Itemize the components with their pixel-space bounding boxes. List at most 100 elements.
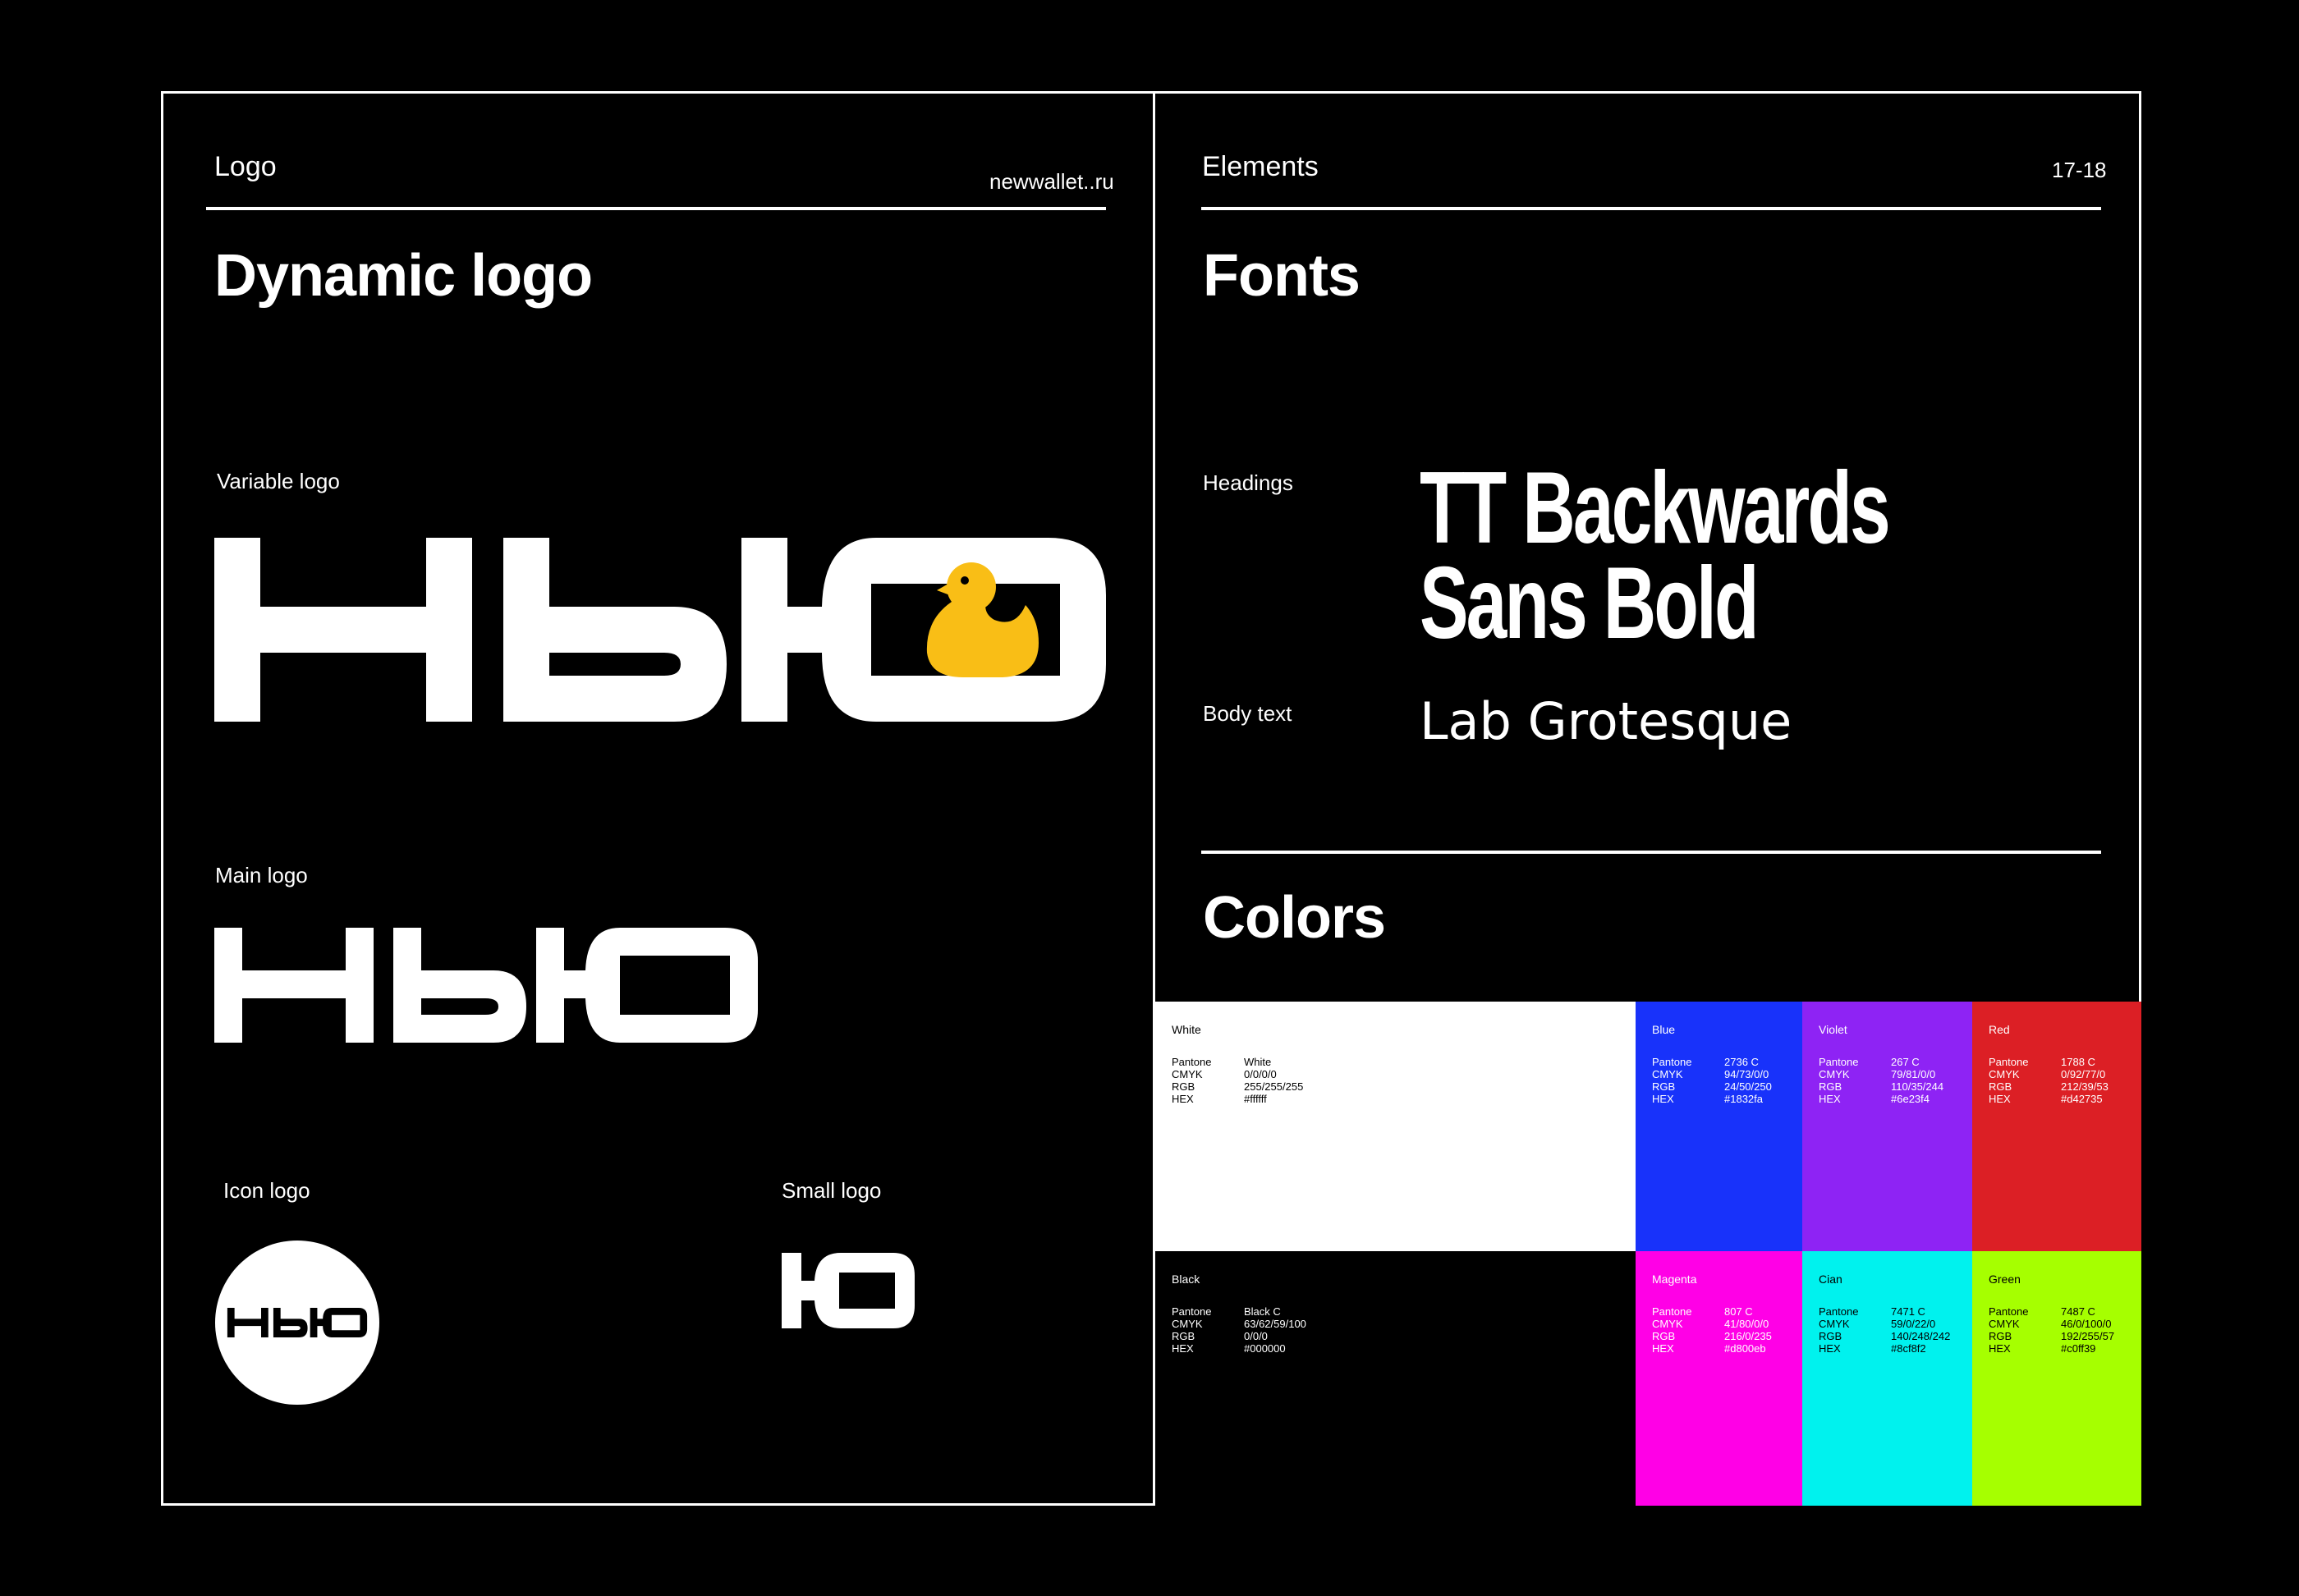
right-section-label: Elements	[1202, 151, 1319, 182]
left-section-label: Logo	[214, 151, 277, 182]
swatch-value: 41/80/0/0	[1724, 1318, 1769, 1330]
colors-rule	[1201, 851, 2101, 854]
swatch-name: Cian	[1819, 1273, 1842, 1286]
swatch-value: 7471 C	[1891, 1305, 1925, 1318]
swatch-key: HEX	[1652, 1342, 1674, 1355]
swatch-key: CMYK	[1172, 1068, 1203, 1080]
swatch-value-row: RGB 110/35/244	[1819, 1080, 1943, 1093]
small-logo	[782, 1253, 915, 1328]
main-logo	[214, 928, 758, 1043]
swatch-value-row: CMYK 94/73/0/0	[1652, 1068, 1772, 1080]
swatch-value: 24/50/250	[1724, 1080, 1772, 1093]
swatch-value-row: RGB 0/0/0	[1172, 1330, 1306, 1342]
swatch-value-row: HEX #000000	[1172, 1342, 1306, 1355]
swatch-value: 110/35/244	[1891, 1080, 1944, 1093]
swatch-value-row: CMYK 41/80/0/0	[1652, 1318, 1772, 1330]
swatch-key: CMYK	[1989, 1068, 2020, 1080]
swatch-value: White	[1244, 1056, 1272, 1068]
swatch-key: HEX	[1989, 1093, 2011, 1105]
swatch-key: RGB	[1819, 1080, 1842, 1093]
brandbook-spread: Logo newwallet..ru Dynamic logo Variable…	[161, 91, 2141, 1506]
swatch-key: Pantone	[1989, 1056, 2029, 1068]
swatch-key: Pantone	[1172, 1056, 1212, 1068]
swatch-value-row: Pantone 2736 C	[1652, 1056, 1772, 1068]
swatch-value: 255/255/255	[1244, 1080, 1304, 1093]
variable-logo-label: Variable logo	[217, 469, 340, 493]
swatch-value-row: RGB 140/248/242	[1819, 1330, 1950, 1342]
icon-logo-wordmark	[227, 1308, 368, 1337]
swatch-key: RGB	[1989, 1330, 2012, 1342]
swatch-value: 212/39/53	[2061, 1080, 2109, 1093]
swatch-magenta: Magenta Pantone 807 C CMYK 41/80/0/0 RGB 216/0…	[1636, 1251, 1802, 1506]
swatch-value: 1788 C	[2061, 1056, 2095, 1068]
right-header-rule	[1201, 207, 2101, 210]
swatch-value-row: CMYK 79/81/0/0	[1819, 1068, 1943, 1080]
swatch-key: HEX	[1819, 1342, 1841, 1355]
headings-font-line2: Sans Bold	[1420, 547, 1760, 660]
swatch-value: 140/248/242	[1891, 1330, 1951, 1342]
swatch-value-row: HEX #6e23f4	[1819, 1093, 1943, 1105]
swatch-value: #1832fa	[1724, 1093, 1763, 1105]
main-logo-label: Main logo	[215, 863, 308, 887]
swatch-name: Violet	[1819, 1023, 1847, 1036]
swatch-value-row: HEX #1832fa	[1652, 1093, 1772, 1105]
headings-font-sample: TT Backwards Sans Bold	[1420, 457, 1891, 660]
colors-title: Colors	[1203, 885, 1386, 951]
swatch-value-row: RGB 192/255/57	[1989, 1330, 2114, 1342]
swatch-name: Red	[1989, 1023, 2010, 1036]
swatch-key: Pantone	[1652, 1056, 1692, 1068]
swatch-value: 63/62/59/100	[1244, 1318, 1306, 1330]
swatch-black: Black Pantone Black C CMYK 63/62/59/100 RGB 0/…	[1155, 1251, 1636, 1506]
swatch-value-row: CMYK 63/62/59/100	[1172, 1318, 1306, 1330]
swatch-key: HEX	[1652, 1093, 1674, 1105]
swatch-value: 59/0/22/0	[1891, 1318, 1936, 1330]
swatch-key: RGB	[1819, 1330, 1842, 1342]
swatch-values: Pantone 7471 C CMYK 59/0/22/0 RGB 140/248/242…	[1819, 1305, 1950, 1355]
swatch-value-row: HEX #8cf8f2	[1819, 1342, 1950, 1355]
swatch-key: Pantone	[1989, 1305, 2029, 1318]
swatch-name: Green	[1989, 1273, 2021, 1286]
swatch-key: HEX	[1172, 1093, 1194, 1105]
swatch-key: Pantone	[1819, 1056, 1859, 1068]
swatch-key: Pantone	[1652, 1305, 1692, 1318]
swatch-value-row: Pantone 267 C	[1819, 1056, 1943, 1068]
swatch-value-row: RGB 255/255/255	[1172, 1080, 1303, 1093]
swatch-values: Pantone 1788 C CMYK 0/92/77/0 RGB 212/39/53 HE…	[1989, 1056, 2109, 1105]
swatch-key: RGB	[1172, 1330, 1195, 1342]
swatch-key: HEX	[1989, 1342, 2011, 1355]
swatch-green: Green Pantone 7487 C CMYK 46/0/100/0 RGB 192/2…	[1972, 1251, 2141, 1506]
swatch-value: 46/0/100/0	[2061, 1318, 2112, 1330]
swatch-value: #d42735	[2061, 1093, 2103, 1105]
headings-label: Headings	[1203, 470, 1293, 495]
swatch-value-row: HEX #c0ff39	[1989, 1342, 2114, 1355]
swatch-value-row: RGB 212/39/53	[1989, 1080, 2109, 1093]
swatch-value: 0/0/0	[1244, 1330, 1268, 1342]
swatch-value-row: HEX #d800eb	[1652, 1342, 1772, 1355]
swatch-key: CMYK	[1652, 1068, 1683, 1080]
swatch-value: #c0ff39	[2061, 1342, 2096, 1355]
swatch-key: CMYK	[1819, 1068, 1850, 1080]
swatch-value-row: HEX #ffffff	[1172, 1093, 1303, 1105]
swatch-value-row: CMYK 46/0/100/0	[1989, 1318, 2114, 1330]
site-url: newwallet..ru	[989, 169, 1114, 194]
swatch-value-row: Pantone 7471 C	[1819, 1305, 1950, 1318]
swatch-key: RGB	[1652, 1080, 1676, 1093]
swatch-value-row: CMYK 59/0/22/0	[1819, 1318, 1950, 1330]
swatch-value: #ffffff	[1244, 1093, 1267, 1105]
swatch-value: 216/0/235	[1724, 1330, 1772, 1342]
swatch-red: Red Pantone 1788 C CMYK 0/92/77/0 RGB 212/39/5…	[1972, 1002, 2141, 1251]
swatch-value-row: CMYK 0/92/77/0	[1989, 1068, 2109, 1080]
small-logo-label: Small logo	[782, 1178, 882, 1203]
swatch-name: White	[1172, 1023, 1201, 1036]
swatch-value-row: Pantone 1788 C	[1989, 1056, 2109, 1068]
swatch-values: Pantone 267 C CMYK 79/81/0/0 RGB 110/35/244 HE…	[1819, 1056, 1943, 1105]
swatch-white: White Pantone White CMYK 0/0/0/0 RGB 255/255/2…	[1155, 1002, 1636, 1251]
swatch-key: RGB	[1989, 1080, 2012, 1093]
page-numbers: 17-18	[2052, 158, 2107, 182]
swatch-value: #000000	[1244, 1342, 1286, 1355]
swatch-blue: Blue Pantone 2736 C CMYK 94/73/0/0 RGB 24/50/2…	[1636, 1002, 1802, 1251]
swatch-values: Pantone 2736 C CMYK 94/73/0/0 RGB 24/50/250 HE…	[1652, 1056, 1772, 1105]
swatch-value: #8cf8f2	[1891, 1342, 1926, 1355]
swatch-value-row: Pantone White	[1172, 1056, 1303, 1068]
swatch-name: Blue	[1652, 1023, 1676, 1036]
